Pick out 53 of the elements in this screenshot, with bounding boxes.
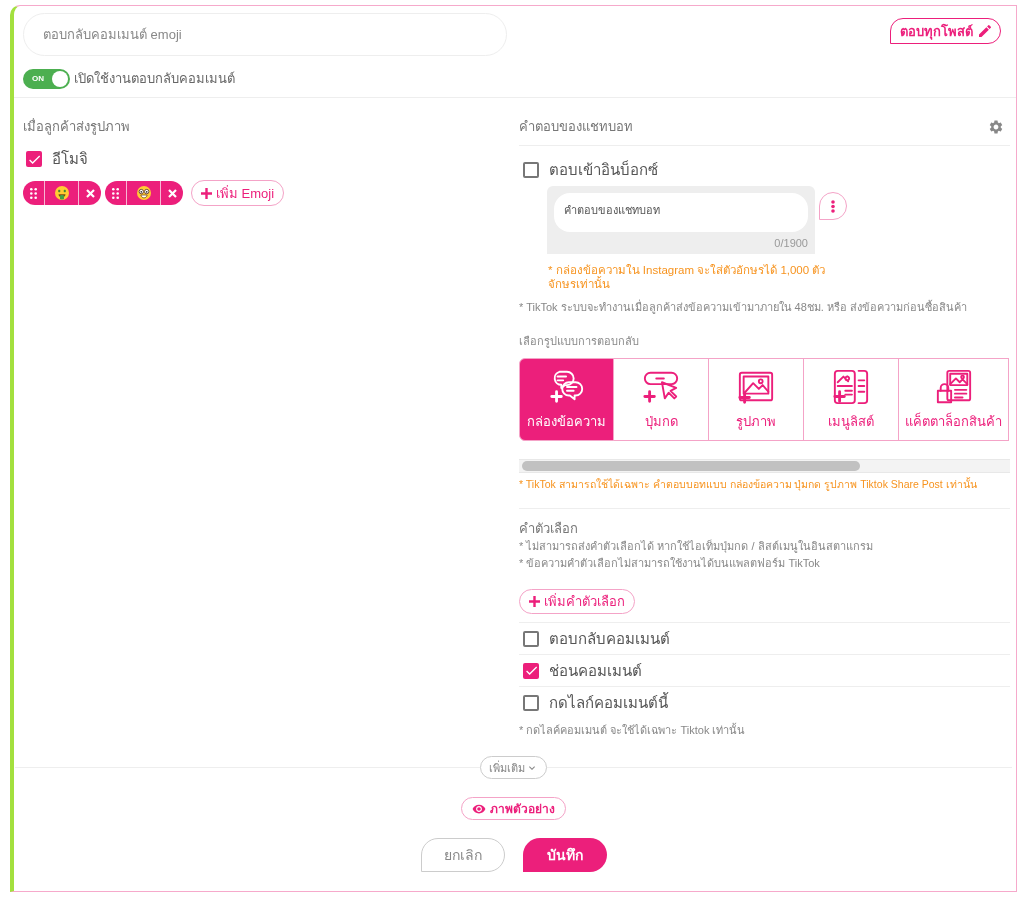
option-label: ช่อนคอมเมนต์ [549, 660, 642, 681]
checkbox[interactable] [523, 694, 539, 711]
settings-icon[interactable] [988, 119, 1004, 135]
checkbox[interactable] [523, 162, 539, 178]
reply-all-posts-button[interactable]: ตอบทุกโพสต์ [890, 18, 1001, 44]
reply-type-tab[interactable]: กล่องข้อความ [519, 358, 614, 441]
tiktok-types-note: * TikTok สามารถใช้ได้เฉพาะ คำตอบบอทแบบ กล่องข้อความ ปุ่มกด รูปภาพ Tiktok Share Post เท่านั้น [519, 477, 977, 491]
more-button[interactable]: เพิ่มเติม [480, 756, 547, 779]
vertical-dots-icon [831, 199, 835, 213]
checkbox[interactable] [523, 662, 539, 679]
nerd-face-emoji-icon [136, 186, 151, 200]
preview-button[interactable]: ภาพตัวอย่าง [461, 797, 566, 820]
plus-icon [529, 596, 540, 607]
character-counter: 0/1900 [774, 236, 808, 250]
close-icon [167, 188, 177, 198]
reply-type-tab[interactable]: รูปภาพ [709, 358, 804, 441]
like-note: * กดไลค์คอมเมนต์ จะใช้ได้เฉพาะ Tiktok เท่านั้น [519, 723, 746, 737]
option-label: กดไลก์คอมเมนต์นี้ [549, 691, 668, 713]
reply-type-tab[interactable]: เมนูลิสต์ [804, 358, 899, 441]
quick-reply-note: * ข้อความคำตัวเลือกไม่สามารถใช้งานได้บนแพลตฟอร์ม TikTok [519, 556, 820, 571]
catalog-icon [934, 367, 973, 406]
rule-name-input[interactable]: ตอบกลับคอมเมนต์ emoji [23, 13, 507, 56]
instagram-note: * กล่องข้อความใน Instagram จะใส่ตัวอักษรได้ 1,000 ตัวจักษรเท่านั้น [548, 263, 827, 291]
plus-icon [201, 187, 212, 199]
drag-handle-icon[interactable] [30, 187, 37, 199]
add-quick-reply-button[interactable]: เพิ่มคำตัวเลือก [519, 589, 635, 614]
section-title: เมื่อลูกค้าส่งรูปภาพ [23, 119, 130, 135]
section-title: คำตอบของแชทบอท [519, 119, 633, 135]
horizontal-scrollbar[interactable] [519, 459, 1010, 473]
list-menu-icon [832, 367, 870, 406]
cancel-button[interactable]: ยกเลิก [420, 838, 505, 872]
option-label: อีโมจิ [52, 149, 88, 169]
message-input[interactable]: คำตอบของแชทบอท [554, 193, 808, 232]
option-label: ตอบเข้าอินบ็อกซ์ [549, 159, 658, 180]
checkbox[interactable] [26, 151, 42, 167]
tiktok-note: * TikTok ระบบจะทำงานเมื่อลูกค้าส่งข้อความเข้ามาภายใน 48ชม. หรือ ส่งข้อความก่อนซื้อสินค้า [519, 300, 968, 314]
close-icon [85, 188, 95, 198]
tongue-out-emoji-icon [54, 186, 69, 200]
reply-type-tab[interactable]: ปุ่มกด [614, 358, 709, 441]
more-options-button[interactable] [819, 192, 847, 220]
toggle-switch[interactable]: ON [23, 68, 70, 89]
section-title: คำตัวเลือก [519, 521, 578, 537]
add-emoji-button[interactable]: เพิ่ม Emoji [191, 180, 285, 206]
save-button[interactable]: บันทึก [522, 838, 607, 872]
reply-type-tab[interactable]: แค็ตตาล็อกสินค้า [899, 358, 1009, 441]
checkbox[interactable] [523, 630, 539, 647]
quick-reply-note: * ไม่สามารถส่งคำตัวเลือกได้ หากใช้ไอเท็มปุ่มกด / ลิสต์เมนูในอินสตาแกรม [519, 538, 873, 555]
toggle-label: เปิดใช้งานตอบกลับคอมเมนต์ [74, 70, 235, 88]
drag-handle-icon[interactable] [112, 187, 119, 199]
reply-type-label: เลือกรูปแบบการตอบกลับ [519, 334, 639, 348]
pencil-icon [977, 23, 993, 39]
option-label: ตอบกลับคอมเมนต์ [549, 628, 670, 649]
scrollbar-thumb[interactable] [522, 461, 860, 471]
